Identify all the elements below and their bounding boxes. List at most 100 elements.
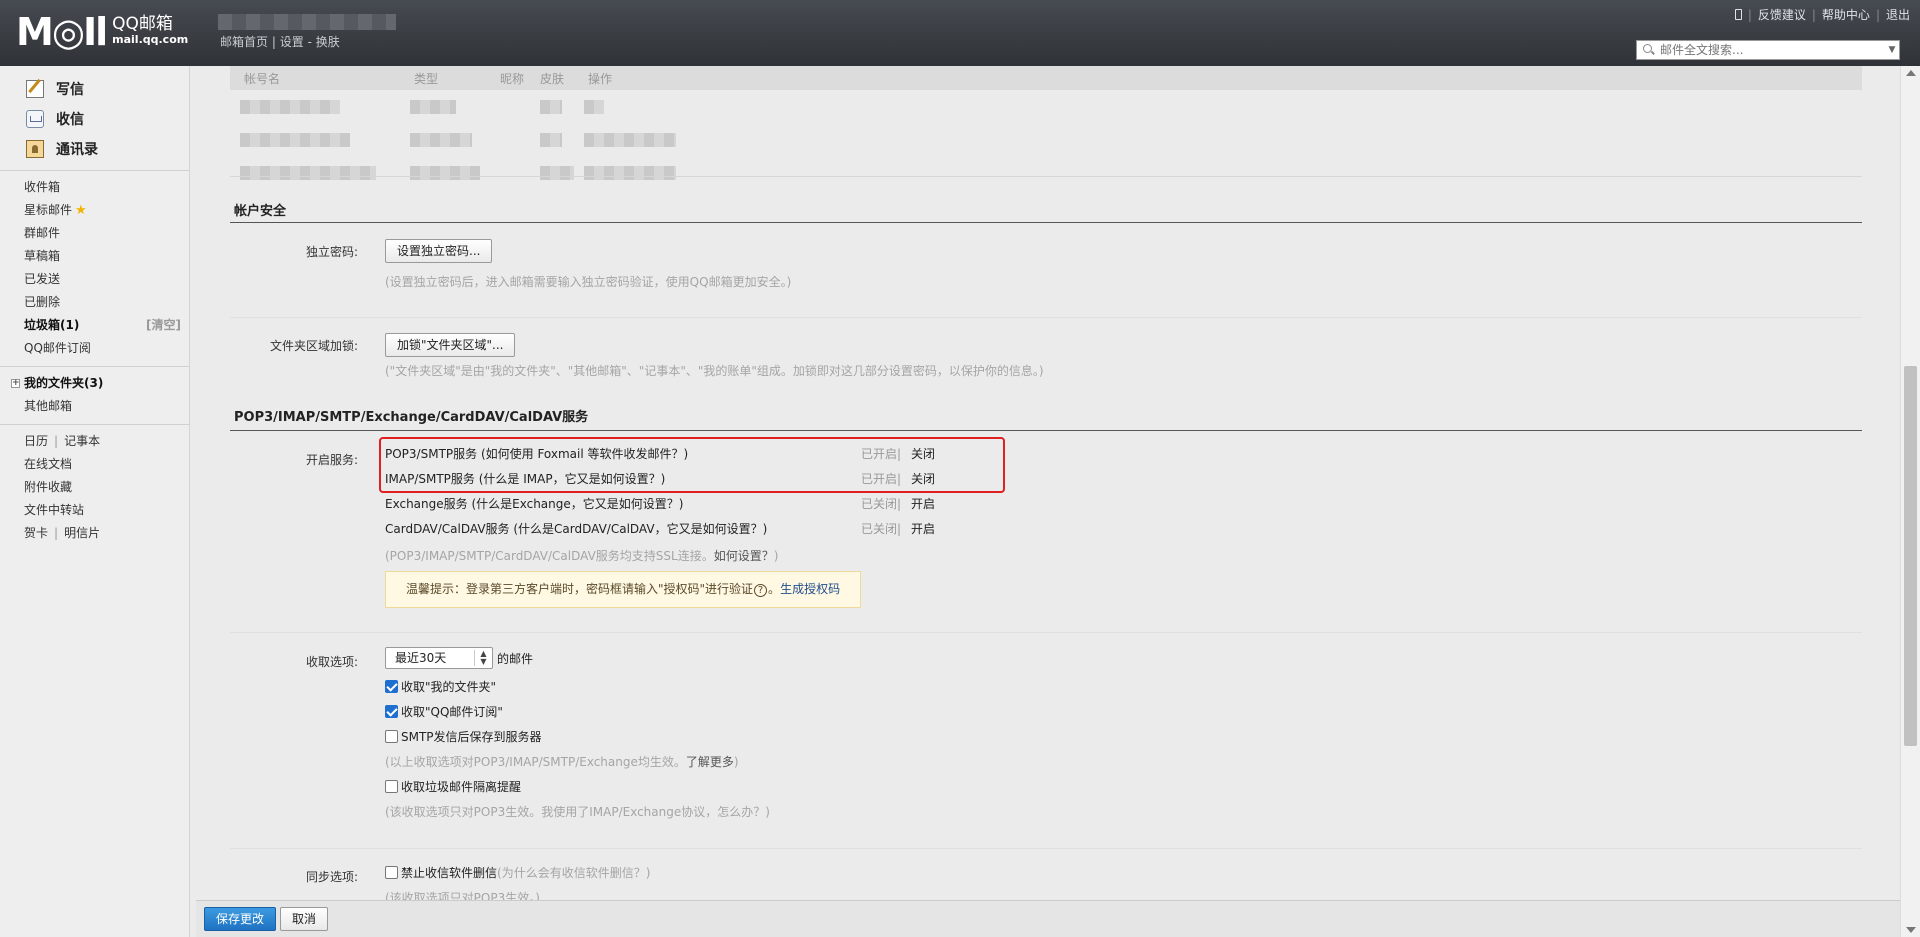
folder-spam[interactable]: 垃圾箱(1) [清空] [0,314,189,337]
checkbox[interactable] [385,779,398,793]
receive-range-value: 最近30天 [395,651,447,665]
folder-lock-hint: ("文件夹区域"是由"我的文件夹"、"其他邮箱"、"记事本"、"我的账单"组成。… [385,364,1044,378]
folder-drafts[interactable]: 草稿箱 [0,245,189,268]
checkbox[interactable] [385,729,398,743]
ssl-setup-link[interactable]: 如何设置？ [714,549,774,563]
expand-icon[interactable]: + [11,379,20,388]
clear-spam-link[interactable]: [清空] [146,314,181,337]
notes-link[interactable]: 记事本 [64,434,100,448]
service-name[interactable]: Exchange服务 (什么是Exchange，它又是如何设置？) [385,494,683,514]
col-type: 类型 [414,71,439,86]
home-link[interactable]: 邮箱首页 [220,35,268,49]
col-nickname: 昵称 [500,71,525,86]
accounts-table-bottom [230,176,1862,177]
mobile-icon[interactable] [1734,9,1742,20]
redacted-cell [584,133,676,147]
checkbox[interactable] [385,865,398,879]
option-no-delete[interactable]: 禁止收信软件删信 (为什么会有收信软件删信？) [385,863,650,881]
folder-group[interactable]: 群邮件 [0,222,189,245]
help-link[interactable]: 帮助中心 [1822,6,1870,23]
service-toggle-link[interactable]: 开启 [911,494,935,514]
folder-spam-label: 垃圾箱(1) [24,318,80,332]
checkbox[interactable] [385,704,398,718]
tip-text: 温馨提示：登录第三方客户端时，密码框请输入"授权码"进行验证 [406,582,754,596]
folder-sent[interactable]: 已发送 [0,268,189,291]
scroll-down-icon[interactable] [1906,927,1916,933]
sync-options-label: 同步选项: [305,870,358,884]
highlight-box [379,437,1005,493]
top-bar: M◎Il QQ邮箱 mail.qq.com 邮箱首页 | 设置 - 换肤 | 反… [0,0,1920,66]
password-hint: (设置独立密码后，进入邮箱需要输入独立密码验证，使用QQ邮箱更加安全。) [385,275,792,289]
section-separator [230,317,1862,318]
redacted-cell [240,133,350,147]
redacted-cell [540,166,574,180]
top-sep: | [1875,7,1880,22]
my-folders-item[interactable]: + 我的文件夹(3) [0,372,189,395]
other-mailboxes[interactable]: 其他邮箱 [0,395,189,418]
option-subscriptions[interactable]: 收取"QQ邮件订阅" [385,702,503,720]
settings-link[interactable]: 设置 [280,35,304,49]
search-dropdown-icon[interactable]: ▼ [1885,45,1899,55]
contacts-button[interactable]: 通讯录 [0,134,189,164]
redacted-cell [540,100,562,114]
option-spam-reminder[interactable]: 收取垃圾邮件隔离提醒 [385,777,521,795]
receive-range-select[interactable]: 最近30天 ▲ ▼ [385,647,493,669]
generate-auth-code-link[interactable]: 生成授权码 [780,582,840,596]
file-transfer-link[interactable]: 文件中转站 [0,499,189,522]
star-icon: ★ [75,203,87,218]
folder-lock-button[interactable]: 加锁"文件夹区域"... [385,333,516,357]
security-divider [230,222,1862,223]
sync-hint-truncated: (该收取选项只对POP3生效。) [385,891,540,900]
logout-link[interactable]: 退出 [1886,6,1910,23]
account-row-redacted [230,156,1862,189]
redacted-cell [240,166,376,180]
search-box[interactable]: ▼ [1636,40,1900,60]
redacted-cell [410,100,456,114]
scroll-thumb[interactable] [1904,366,1917,746]
online-docs-link[interactable]: 在线文档 [0,453,189,476]
search-icon[interactable] [1641,42,1657,58]
my-folders: + 我的文件夹(3) 其他邮箱 [0,372,189,418]
scroll-up-icon[interactable] [1906,70,1916,76]
folder-deleted[interactable]: 已删除 [0,291,189,314]
sidebar: 写信 收信 通讯录 收件箱 星标邮件 ★ 群邮件 草稿箱 已发送 已删除 垃圾箱(… [0,66,190,937]
service-toggle-link[interactable]: 开启 [911,519,935,539]
cards-link[interactable]: 贺卡 [24,526,48,540]
checkbox[interactable] [385,679,398,693]
save-button[interactable]: 保存更改 [204,907,277,931]
my-folders-label: 我的文件夹(3) [24,376,104,390]
top-right-links: | 反馈建议 | 帮助中心 | 退出 [1734,6,1910,23]
receive-options-label: 收取选项: [305,655,358,669]
postcards-link[interactable]: 明信片 [64,526,100,540]
folder-inbox[interactable]: 收件箱 [0,176,189,199]
search-input[interactable] [1657,43,1885,57]
options-hint-text: (以上收取选项对POP3/IMAP/SMTP/Exchange均生效。 [385,755,686,769]
skin-link[interactable]: 换肤 [316,35,340,49]
help-icon[interactable]: ? [754,584,768,597]
service-name[interactable]: CardDAV/CalDAV服务 (什么是CardDAV/CalDAV，它又是如… [385,519,767,539]
folder-starred[interactable]: 星标邮件 ★ [0,199,189,222]
option-my-folders[interactable]: 收取"我的文件夹" [385,677,496,695]
set-password-button[interactable]: 设置独立密码... [385,239,493,263]
attachments-link[interactable]: 附件收藏 [0,476,189,499]
learn-more-link[interactable]: 了解更多 [686,755,734,769]
folder-subscriptions[interactable]: QQ邮件订阅 [0,337,189,360]
page-scrollbar[interactable] [1900,66,1920,937]
col-skin: 皮肤 [540,71,565,86]
service-status: 已关闭 [861,522,898,536]
option-hint-link[interactable]: (为什么会有收信软件删信？) [497,864,650,881]
option-smtp-save[interactable]: SMTP发信后保存到服务器 [385,727,542,745]
feedback-link[interactable]: 反馈建议 [1758,6,1806,23]
option-label: SMTP发信后保存到服务器 [401,729,542,744]
account-row-redacted [230,123,1862,156]
accounts-table-header: 帐号名 类型 昵称 皮肤 操作 [230,66,1862,90]
breadcrumb: 邮箱首页 | 设置 - 换肤 [220,33,340,50]
write-icon [26,80,44,98]
calendar-link[interactable]: 日历 [24,434,48,448]
compose-button[interactable]: 写信 [0,74,189,104]
account-name-redacted [218,14,396,30]
receive-button[interactable]: 收信 [0,104,189,134]
cancel-button[interactable]: 取消 [280,907,329,931]
status-sep: | [897,522,902,536]
qq-mail-logo[interactable]: M◎Il QQ邮箱 mail.qq.com [16,10,188,54]
